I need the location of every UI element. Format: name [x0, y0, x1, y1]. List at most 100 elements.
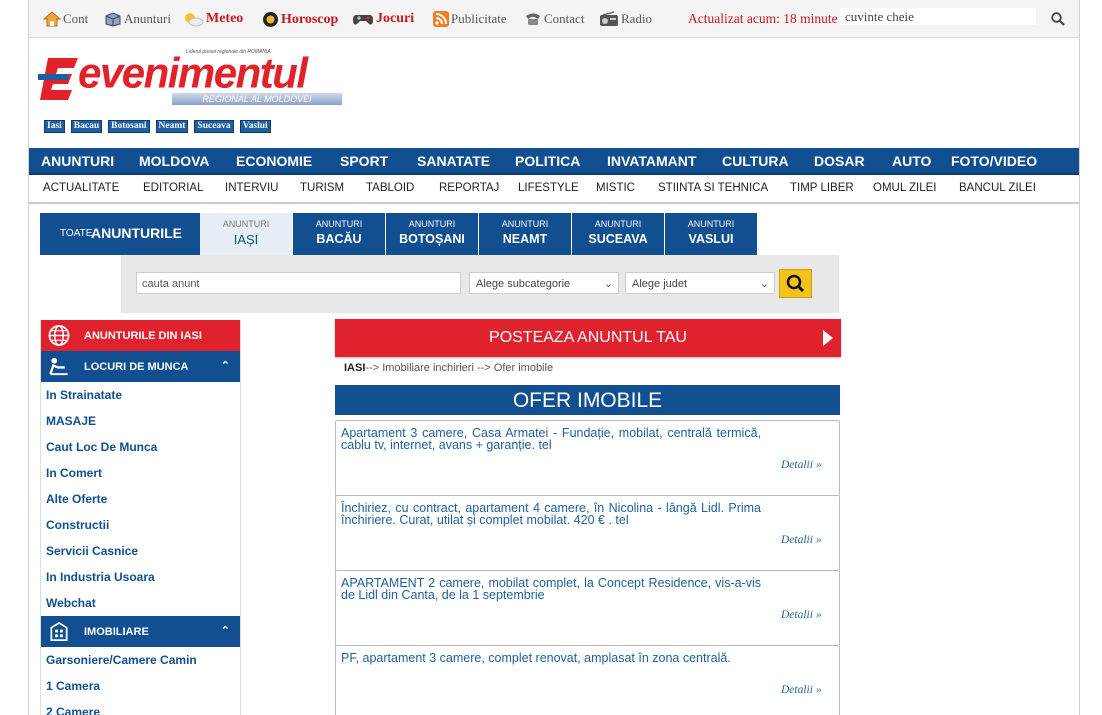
city-link-iasi[interactable]: Iasi — [44, 120, 65, 133]
top-link-horoscop[interactable]: Horoscop — [262, 11, 338, 28]
building-icon — [50, 621, 68, 641]
top-link-jocuri[interactable]: Jocuri — [352, 11, 414, 27]
category-sidebar: ANUNTURILE DIN IASI LOCURI DE MUNCA ⌃ In… — [40, 320, 241, 715]
top-link-contact[interactable]: Contact — [524, 11, 584, 27]
subnav-item-turism[interactable]: TURISM — [300, 182, 344, 194]
subnav-item-interviu[interactable]: INTERVIU — [225, 182, 278, 194]
tab-all-label: ANUNTURILE — [91, 225, 182, 241]
sidebar-item-garsoniere[interactable]: Garsoniere/Camere Camin — [41, 647, 240, 673]
ad-text[interactable]: Apartament 3 camere, Casa Armatei - Fund… — [341, 427, 761, 452]
top-link-publicitate[interactable]: Publicitate — [433, 11, 507, 27]
nav-item-foto-video[interactable]: FOTO/VIDEO — [951, 153, 1037, 169]
subnav-item-bancul-zilei[interactable]: BANCUL ZILEI — [959, 182, 1036, 194]
nav-item-dosar[interactable]: DOSAR — [814, 153, 865, 169]
city-link-botosani[interactable]: Botosani — [108, 120, 150, 133]
nav-item-invatamant[interactable]: INVATAMANT — [607, 153, 696, 169]
tab-botosani[interactable]: ANUNTURI BOTOȘANI — [386, 213, 478, 255]
sidebar-item-in-strainatate[interactable]: In Strainatate — [41, 382, 240, 408]
details-link[interactable]: Detalii » — [781, 684, 822, 696]
chevron-down-icon: ⌄ — [759, 278, 769, 290]
tab-all-ads[interactable]: TOATE ANUNTURILE — [40, 213, 200, 255]
search-icon[interactable] — [1051, 12, 1065, 26]
ad-listing[interactable]: PF, apartament 3 camere, complet renovat… — [335, 645, 840, 715]
sidebar-item-servicii-casnice[interactable]: Servicii Casnice — [41, 538, 240, 564]
sidebar-section-locuri-de-munca[interactable]: LOCURI DE MUNCA ⌃ — [41, 351, 240, 382]
tab-vaslui[interactable]: ANUNTURI VASLUI — [665, 213, 757, 255]
tab-suceava[interactable]: ANUNTURI SUCEAVA — [572, 213, 664, 255]
subnav-item-tabloid[interactable]: TABLOID — [366, 182, 414, 194]
subnav-item-actualitate[interactable]: ACTUALITATE — [43, 182, 119, 194]
sidebar-item-2-camere[interactable]: 2 Camere — [41, 699, 240, 715]
nav-item-economie[interactable]: ECONOMIE — [236, 153, 312, 169]
details-link[interactable]: Detalii » — [781, 459, 822, 471]
phone-icon — [526, 13, 540, 25]
post-ad-button[interactable]: POSTEAZA ANUNTUL TAU — [335, 319, 841, 357]
sidebar-item-constructii[interactable]: Constructii — [41, 512, 240, 538]
rss-icon — [433, 11, 449, 27]
ad-listing[interactable]: Închiriez, cu contract, apartament 4 cam… — [335, 495, 840, 571]
nav-item-auto[interactable]: AUTO — [892, 153, 931, 169]
chevron-up-icon: ⌃ — [220, 625, 230, 637]
top-bar: Cont Anunturi Meteo Horoscop Jocuri Publ… — [29, 0, 1079, 38]
nav-item-moldova[interactable]: MOLDOVA — [139, 153, 210, 169]
tab-all-prefix: TOATE — [60, 228, 93, 239]
tab-bacau[interactable]: ANUNTURI BACĂU — [293, 213, 385, 255]
top-link-anunturi[interactable]: Anunturi — [104, 11, 171, 27]
county-select[interactable]: Alege judet ⌄ — [625, 272, 775, 294]
arrow-right-icon — [823, 330, 833, 346]
sidebar-header-iasi[interactable]: ANUNTURILE DIN IASI — [41, 320, 240, 351]
ad-text[interactable]: PF, apartament 3 camere, complet renovat… — [341, 652, 761, 665]
sidebar-item-webchat[interactable]: Webchat — [41, 590, 240, 616]
ad-search-input[interactable]: cauta anunt — [136, 272, 461, 294]
nav-item-anunturi[interactable]: ANUNTURI — [41, 153, 114, 169]
sidebar-item-in-comert[interactable]: In Comert — [41, 460, 240, 486]
logo-subtitle: REGIONAL AL MOLDOVEI — [172, 93, 342, 105]
site-logo[interactable]: Liderul presei regionale din ROMANIA eve… — [38, 48, 343, 110]
details-link[interactable]: Detalii » — [781, 609, 822, 621]
sidebar-item-in-industria-usoara[interactable]: In Industria Usoara — [41, 564, 240, 590]
logo-emblem-icon — [38, 58, 78, 100]
ad-listing[interactable]: Apartament 3 camere, Casa Armatei - Fund… — [335, 420, 840, 496]
sidebar-section-imobiliare[interactable]: IMOBILIARE ⌃ — [41, 616, 240, 647]
city-link-suceava[interactable]: Suceava — [194, 120, 234, 133]
city-links: Iasi Bacau Botosani Neamt Suceava Vaslui — [44, 120, 271, 133]
subnav-item-editorial[interactable]: EDITORIAL — [143, 182, 204, 194]
top-link-cont[interactable]: Cont — [43, 11, 88, 27]
subnav-item-stiinta-si-tehnica[interactable]: STIINTA SI TEHNICA — [658, 182, 768, 194]
breadcrumb-city[interactable]: IASI — [344, 362, 365, 374]
breadcrumb: IASI--> Imobiliare inchirieri --> Ofer i… — [344, 362, 553, 374]
subcategory-select[interactable]: Alege subcategorie ⌄ — [469, 272, 619, 294]
city-link-bacau[interactable]: Bacau — [70, 120, 103, 133]
top-link-meteo[interactable]: Meteo — [182, 11, 243, 27]
sidebar-item-alte-oferte[interactable]: Alte Oferte — [41, 486, 240, 512]
tab-iasi[interactable]: ANUNTURI IAȘI — [200, 213, 292, 255]
worker-icon — [49, 357, 68, 376]
nav-item-sport[interactable]: SPORT — [340, 153, 388, 169]
sun-cloud-icon — [185, 13, 204, 27]
keyword-search-input[interactable] — [840, 8, 1036, 25]
subnav-item-omul-zilei[interactable]: OMUL ZILEI — [873, 182, 936, 194]
subnav-item-mistic[interactable]: MISTIC — [596, 182, 635, 194]
ad-text[interactable]: APARTAMENT 2 camere, mobilat complet, la… — [341, 577, 761, 602]
sidebar-item-caut-loc-de-munca[interactable]: Caut Loc De Munca — [41, 434, 240, 460]
city-link-vaslui[interactable]: Vaslui — [239, 120, 271, 133]
details-link[interactable]: Detalii » — [781, 534, 822, 546]
top-link-radio[interactable]: Radio — [599, 11, 652, 27]
city-link-neamt[interactable]: Neamt — [155, 120, 189, 133]
nav-item-sanatate[interactable]: SANATATE — [417, 153, 490, 169]
subnav-item-lifestyle[interactable]: LIFESTYLE — [518, 182, 579, 194]
tab-neamt[interactable]: ANUNTURI NEAMT — [479, 213, 571, 255]
sidebar-item-1-camera[interactable]: 1 Camera — [41, 673, 240, 699]
ad-listing[interactable]: APARTAMENT 2 camere, mobilat complet, la… — [335, 570, 840, 646]
sidebar-item-masaje[interactable]: MASAJE — [41, 408, 240, 434]
breadcrumb-path[interactable]: --> Imobiliare inchirieri --> Ofer imobi… — [365, 362, 553, 374]
ad-search-button[interactable] — [779, 269, 812, 298]
ad-filter-bar: cauta anunt Alege subcategorie ⌄ Alege j… — [121, 255, 839, 313]
radio-icon — [600, 11, 618, 26]
nav-item-cultura[interactable]: CULTURA — [722, 153, 789, 169]
subnav-item-timp-liber[interactable]: TIMP LIBER — [790, 182, 854, 194]
nav-item-politica[interactable]: POLITICA — [515, 153, 580, 169]
subnav-item-reportaj[interactable]: REPORTAJ — [439, 182, 499, 194]
chevron-down-icon: ⌄ — [603, 278, 613, 290]
ad-text[interactable]: Închiriez, cu contract, apartament 4 cam… — [341, 502, 761, 527]
